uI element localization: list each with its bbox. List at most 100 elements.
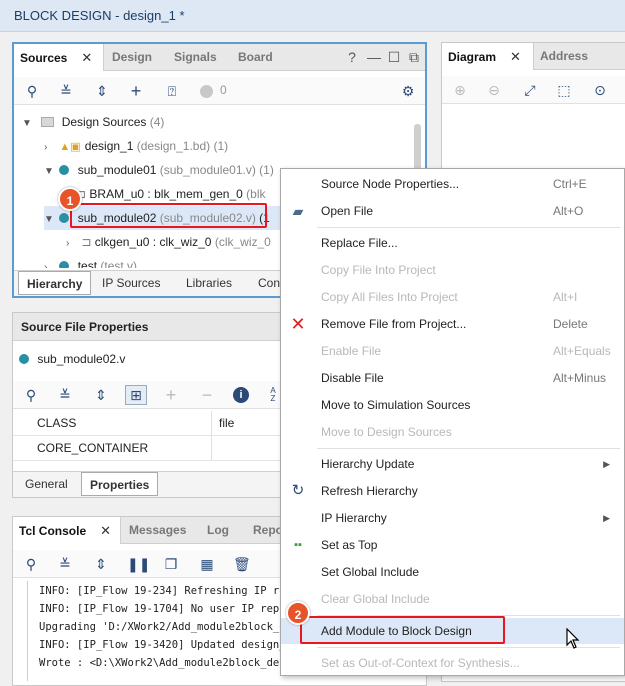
menu-item-label: Open File [321, 204, 374, 218]
verilog-module-icon [59, 261, 70, 268]
hierarchy-icon: ▪▪ [294, 539, 302, 551]
menu-item-move-to-simulation-sources[interactable]: Move to Simulation Sources [281, 392, 624, 418]
menu-item-label: Move to Simulation Sources [321, 398, 471, 412]
menu-separator [317, 227, 620, 228]
tab-messages[interactable]: Messages [123, 517, 192, 544]
menu-item-ip-hierarchy[interactable]: IP Hierarchy ▶ [281, 505, 624, 531]
info-icon[interactable]: i [233, 387, 249, 403]
pause-icon[interactable]: ❚❚ [127, 556, 150, 572]
select-area-icon[interactable]: ⬚ [556, 82, 572, 98]
tree-node-detail: (test.v) [100, 259, 138, 268]
menu-item-label: Set as Top [321, 538, 378, 552]
tree-node-clkgen-u0[interactable]: › ⊐ clkgen_u0 : clk_wiz_0 (clk_wiz_0 [66, 230, 271, 254]
tree-node-name: BRAM_u0 : blk_mem_gen_0 [89, 187, 243, 201]
minimize-icon[interactable]: — [366, 49, 382, 65]
menu-item-set-as-top[interactable]: ▪▪ Set as Top [281, 532, 624, 558]
chevron-down-icon[interactable]: ▼ [22, 112, 34, 136]
expand-all-icon[interactable]: ⇕ [93, 387, 109, 403]
mouse-cursor-icon [566, 628, 580, 649]
target-icon[interactable]: ⊙ [592, 82, 608, 98]
zoom-out-icon[interactable]: ⊖ [486, 82, 502, 98]
tree-node-design1[interactable]: › ▲▣ design_1 (design_1.bd) (1) [44, 134, 228, 158]
search-icon[interactable]: ⚲ [23, 387, 39, 403]
menu-item-open-file[interactable]: ▰ Open File Alt+O [281, 198, 624, 224]
add-icon[interactable]: + [163, 386, 179, 404]
context-menu: Source Node Properties... Ctrl+E ▰ Open Fi… [280, 168, 625, 676]
menu-item-remove-file[interactable]: ✕ Remove File from Project... Delete [281, 311, 624, 337]
tab-ip-sources[interactable]: IP Sources [94, 271, 168, 295]
copy-icon[interactable]: ❐ [163, 556, 179, 572]
chevron-right-icon[interactable]: › [44, 256, 56, 268]
menu-item-label: Replace File... [321, 236, 398, 250]
menu-item-set-out-of-context[interactable]: Set as Out-of-Context for Synthesis... [281, 650, 624, 676]
menu-item-copy-all-files-into-project[interactable]: Copy All Files Into Project Alt+I [281, 284, 624, 310]
menu-item-refresh-hierarchy[interactable]: ↻ Refresh Hierarchy [281, 478, 624, 504]
menu-item-source-node-properties[interactable]: Source Node Properties... Ctrl+E [281, 171, 624, 197]
file-name: sub_module02.v [37, 352, 126, 366]
expand-all-icon[interactable]: ⇕ [93, 556, 109, 572]
tree-node-test[interactable]: › test (test.v) [44, 254, 137, 268]
chevron-right-icon[interactable]: › [44, 136, 56, 160]
menu-item-enable-file[interactable]: Enable File Alt+Equals [281, 338, 624, 364]
group-icon[interactable]: ⊞ [125, 385, 147, 405]
tree-node-design-sources[interactable]: ▼ Design Sources (4) [22, 110, 164, 134]
expand-all-icon[interactable]: ⇕ [94, 83, 110, 99]
column-divider [211, 411, 212, 436]
tab-properties[interactable]: Properties [81, 472, 159, 496]
search-icon[interactable]: ⚲ [24, 83, 40, 99]
console-line: Wrote : <D:\XWork2\Add_module2block_des [39, 657, 286, 669]
menu-item-clear-global-include[interactable]: Clear Global Include [281, 586, 624, 612]
collapse-all-icon[interactable]: ≚ [57, 387, 73, 403]
tab-sources-label: Sources [20, 51, 68, 65]
tab-hierarchy[interactable]: Hierarchy [18, 271, 92, 295]
menu-item-copy-file-into-project[interactable]: Copy File Into Project [281, 257, 624, 283]
tab-diagram[interactable]: Diagram ✕ [442, 43, 534, 70]
tab-board[interactable]: Board [232, 44, 279, 71]
tab-tcl-console[interactable]: Tcl Console ✕ [13, 517, 121, 544]
tree-node-label: Design Sources [61, 115, 147, 129]
tree-node-count: (4) [149, 115, 165, 129]
tab-log[interactable]: Log [201, 517, 235, 544]
table-icon[interactable]: ▦ [199, 556, 215, 572]
tab-signals[interactable]: Signals [168, 44, 223, 71]
menu-item-replace-file[interactable]: Replace File... [281, 230, 624, 256]
close-icon[interactable]: ✕ [81, 50, 92, 65]
zoom-in-icon[interactable]: ⊕ [452, 82, 468, 98]
tab-sources[interactable]: Sources ✕ [14, 44, 104, 71]
tab-hierarchy-label: Hierarchy [27, 277, 83, 291]
step-badge-2: 2 [286, 601, 310, 625]
tab-general[interactable]: General [17, 472, 76, 496]
sort-az-icon[interactable]: AZ [265, 387, 281, 403]
search-icon[interactable]: ⚲ [23, 556, 39, 572]
menu-item-hierarchy-update[interactable]: Hierarchy Update ▶ [281, 451, 624, 477]
verilog-module-icon [59, 165, 70, 175]
tab-design[interactable]: Design [106, 44, 158, 71]
float-icon[interactable]: ⧉ [406, 49, 422, 65]
chevron-down-icon[interactable]: ▼ [44, 160, 56, 184]
menu-item-move-to-design-sources[interactable]: Move to Design Sources [281, 419, 624, 445]
gear-icon[interactable]: ⚙ [400, 83, 416, 99]
zoom-fit-icon[interactable]: ⤢ [522, 82, 538, 98]
tab-address-editor[interactable]: Address Editor [534, 43, 625, 90]
tree-node-sub-module01[interactable]: ▼ sub_module01 (sub_module01.v) (1) [44, 158, 274, 182]
menu-item-set-global-include[interactable]: Set Global Include [281, 559, 624, 585]
trash-icon[interactable]: 🗑 [233, 556, 251, 572]
maximize-icon[interactable]: ☐ [386, 49, 402, 65]
menu-item-disable-file[interactable]: Disable File Alt+Minus [281, 365, 624, 391]
console-line: Upgrading 'D:/XWork2/Add_module2block_de [39, 621, 292, 633]
close-icon[interactable]: ✕ [100, 523, 111, 538]
folder-icon [41, 117, 55, 127]
chevron-down-icon[interactable]: ▼ [44, 208, 56, 232]
chevron-right-icon[interactable]: › [66, 232, 78, 256]
remove-icon[interactable]: − [199, 386, 215, 404]
close-icon[interactable]: ✕ [510, 49, 521, 64]
menu-item-label: Refresh Hierarchy [321, 484, 418, 498]
collapse-all-icon[interactable]: ≚ [58, 83, 74, 99]
tree-node-detail: (clk_wiz_0 [214, 235, 271, 249]
collapse-all-icon[interactable]: ≚ [57, 556, 73, 572]
add-sources-icon[interactable]: + [128, 82, 144, 100]
help-icon[interactable]: ? [344, 49, 360, 65]
tab-libraries[interactable]: Libraries [178, 271, 240, 295]
console-line: INFO: [IP_Flow 19-3420] Updated design_1 [39, 639, 292, 651]
properties-icon[interactable]: ⍰ [164, 83, 180, 99]
